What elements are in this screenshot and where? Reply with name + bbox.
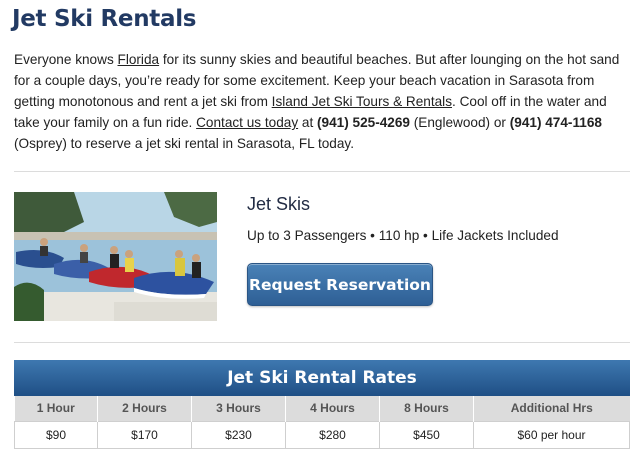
request-reservation-button[interactable]: Request Reservation: [247, 263, 433, 306]
rates-column-header: 2 Hours: [97, 396, 192, 421]
divider: [14, 342, 630, 343]
rates-column-header: 8 Hours: [379, 396, 474, 421]
phone-englewood: (941) 525-4269: [317, 115, 410, 130]
jet-ski-photo-illustration: [14, 192, 217, 321]
rate-value: $280: [285, 420, 380, 449]
rates-column-header: 3 Hours: [191, 396, 286, 421]
rates-column-header: 4 Hours: [285, 396, 380, 421]
florida-link[interactable]: Florida: [118, 52, 160, 67]
product-title: Jet Skis: [247, 194, 311, 214]
intro-text: (Englewood) or: [409, 115, 510, 130]
jet-ski-photo: [14, 192, 217, 321]
rates-column-header: Additional Hrs: [473, 396, 630, 421]
contact-link[interactable]: Contact us today: [196, 115, 298, 130]
rates-header-row: 1 Hour 2 Hours 3 Hours 4 Hours 8 Hours A…: [14, 396, 630, 421]
divider: [14, 171, 630, 172]
rate-value: $230: [191, 420, 286, 449]
company-link[interactable]: Island Jet Ski Tours & Rentals: [272, 94, 452, 109]
rate-value: $60 per hour: [473, 420, 630, 449]
rate-value: $450: [379, 420, 474, 449]
intro-text: at: [298, 115, 318, 130]
product-description: Up to 3 Passengers • 110 hp • Life Jacke…: [247, 228, 559, 243]
intro-text: Everyone knows: [14, 52, 118, 67]
intro-paragraph: Everyone knows Florida for its sunny ski…: [14, 49, 630, 154]
rates-table: 1 Hour 2 Hours 3 Hours 4 Hours 8 Hours A…: [14, 396, 630, 449]
phone-osprey: (941) 474-1168: [509, 115, 602, 130]
rate-value: $90: [14, 420, 98, 449]
intro-text: (Osprey) to reserve a jet ski rental in …: [14, 136, 354, 151]
page-title: Jet Ski Rentals: [12, 6, 197, 32]
rates-value-row: $90 $170 $230 $280 $450 $60 per hour: [14, 420, 630, 449]
rates-table-title: Jet Ski Rental Rates: [14, 360, 630, 396]
rates-column-header: 1 Hour: [14, 396, 98, 421]
rate-value: $170: [97, 420, 192, 449]
